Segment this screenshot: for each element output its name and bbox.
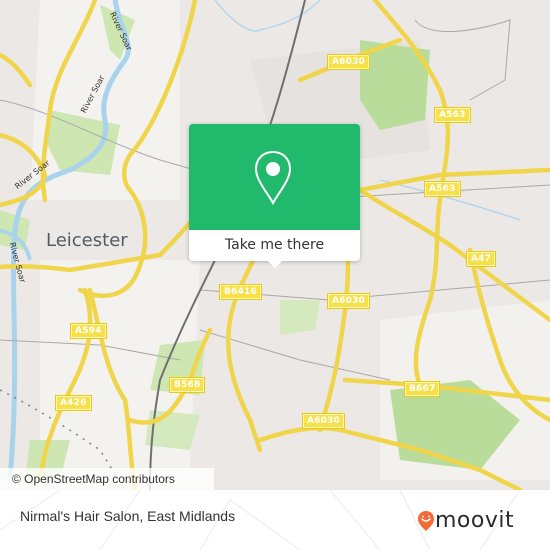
city-label-leicester: Leicester: [46, 230, 128, 251]
road-label-b6416: B6416: [219, 284, 262, 300]
map-attribution[interactable]: © OpenStreetMap contributors: [0, 468, 214, 490]
place-name: Nirmal's Hair Salon, East Midlands: [20, 508, 236, 524]
footer: Nirmal's Hair Salon, East Midlands moovi…: [0, 490, 550, 550]
take-me-there-button[interactable]: Take me there: [189, 230, 360, 261]
road-label-a426: A426: [55, 395, 92, 411]
moovit-smile-pin-icon: [417, 510, 435, 536]
road-label-b667: B667: [403, 381, 441, 397]
road-label-a6030: A6030: [301, 413, 346, 429]
moovit-logo-text: moovit: [435, 508, 515, 533]
road-label-a563: A563: [424, 181, 461, 197]
road-label-a47: A47: [465, 251, 497, 267]
road-label-b568: B568: [168, 377, 206, 393]
road-label-a563: A563: [434, 107, 471, 123]
road-label-a6030: A6030: [326, 54, 371, 70]
map[interactable]: Leicester River Soar River Soar River So…: [0, 0, 550, 490]
popup-pointer: [267, 260, 283, 268]
road-label-a6030: A6030: [326, 293, 371, 309]
popup-header: [189, 124, 360, 230]
road-label-a594: A594: [70, 323, 107, 339]
location-popup: Take me there: [189, 124, 360, 268]
